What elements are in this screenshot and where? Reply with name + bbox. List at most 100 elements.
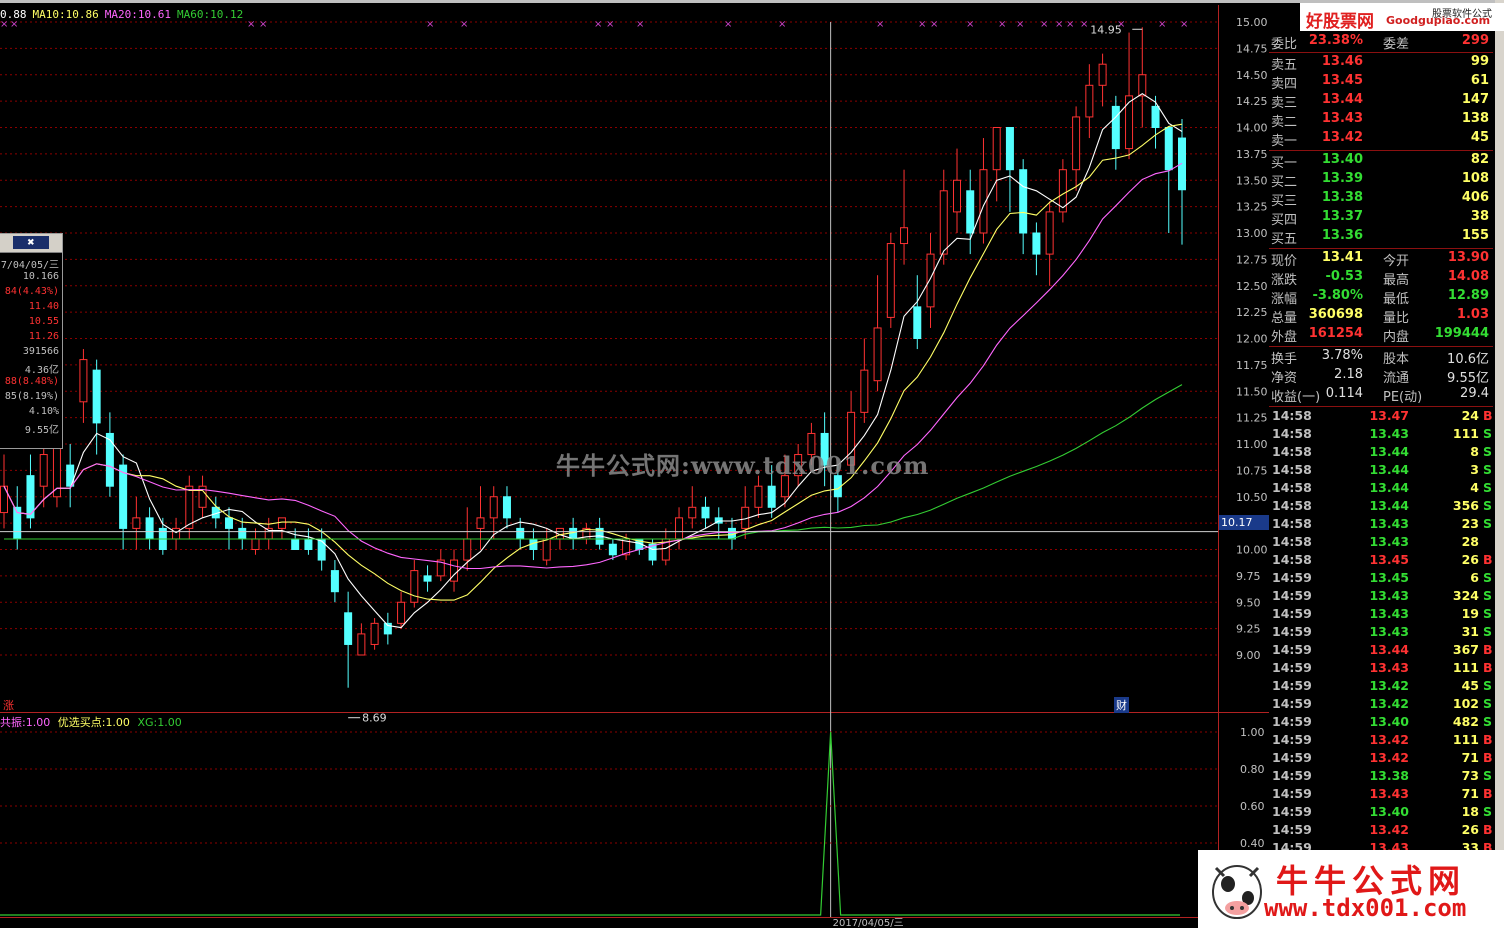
- candle-body: [939, 190, 948, 255]
- stat-value: 161254: [1308, 326, 1363, 341]
- trade-row: 14:59 13.45 6 S: [1269, 570, 1493, 588]
- trade-flag: S: [1483, 570, 1493, 585]
- signal-x-mark: ×: [778, 19, 786, 30]
- trade-row: 14:59 13.38 73 S: [1269, 768, 1493, 786]
- trade-price: 13.42: [1369, 822, 1409, 837]
- trade-row: 14:58 13.44 4 S: [1269, 480, 1493, 498]
- trade-time: 14:58: [1272, 426, 1312, 441]
- trade-flag: S: [1483, 606, 1493, 621]
- bid-row: 买四 13.37 38: [1269, 209, 1493, 228]
- ask-volume: 147: [1461, 92, 1489, 107]
- bid-price: 13.37: [1321, 209, 1363, 224]
- trade-row: 14:59 13.43 31 S: [1269, 624, 1493, 642]
- logo-bottom-url: www.tdx001.com: [1264, 894, 1467, 922]
- trade-time: 14:58: [1272, 444, 1312, 459]
- trade-volume: 73: [1461, 768, 1479, 783]
- candle-body: [344, 612, 353, 645]
- fundamental-value: 3.78%: [1321, 348, 1363, 363]
- trade-volume: 102: [1452, 696, 1479, 711]
- stat-value: 13.90: [1447, 250, 1489, 265]
- fundamental-value: 29.4: [1460, 386, 1489, 401]
- trade-row: 14:59 13.42 45 S: [1269, 678, 1493, 696]
- candle-body: [489, 496, 498, 519]
- indicator-axis-label: 0.40: [1240, 837, 1265, 850]
- trade-time: 14:58: [1272, 552, 1312, 567]
- trade-row: 14:58 13.47 24 B: [1269, 408, 1493, 426]
- bid-label: 买二: [1271, 175, 1298, 190]
- price-axis-label: 13.00: [1236, 227, 1268, 240]
- ma20-label: MA20:: [104, 8, 138, 21]
- price-axis-label: 13.50: [1236, 174, 1268, 187]
- trade-volume: 24: [1461, 408, 1479, 423]
- fundamental-row: 收益(一) 0.114 PE(动) 29.4: [1269, 386, 1493, 405]
- trade-price: 13.44: [1369, 462, 1409, 477]
- candle-body: [397, 601, 406, 624]
- trade-time: 14:59: [1272, 714, 1312, 729]
- candle-body: [1005, 127, 1014, 171]
- signal-x-mark: ×: [606, 19, 614, 30]
- trade-volume: 482: [1452, 714, 1479, 729]
- info-row: 10.55: [28, 316, 59, 327]
- trade-time: 14:59: [1272, 804, 1312, 819]
- candle-body: [1151, 105, 1160, 129]
- ask-row: 卖三 13.44 147: [1269, 92, 1493, 111]
- trade-row: 14:59 13.40 18 S: [1269, 804, 1493, 822]
- trade-flag: S: [1483, 426, 1493, 441]
- price-axis-label: 9.00: [1236, 649, 1261, 662]
- xg-label: XG:: [137, 716, 158, 729]
- trade-price: 13.43: [1369, 624, 1409, 639]
- ask-volume: 99: [1470, 54, 1489, 69]
- stat-row: 涨幅 -3.80% 最低 12.89: [1269, 288, 1493, 307]
- info-row: 88(8.48%): [4, 376, 59, 387]
- ma60-value: 10.12: [210, 8, 244, 21]
- price-axis-label: 9.25: [1236, 623, 1261, 636]
- ask-row: 卖一 13.42 45: [1269, 130, 1493, 149]
- bid-volume: 38: [1470, 209, 1489, 224]
- trade-price: 13.43: [1369, 588, 1409, 603]
- trade-flag: S: [1483, 678, 1493, 693]
- fundamental-label: 收益(一): [1271, 390, 1321, 405]
- candle-body: [754, 485, 763, 508]
- info-row: 85(8.19%): [4, 391, 59, 402]
- trade-time: 14:59: [1272, 696, 1312, 711]
- close-icon[interactable]: ✖: [13, 236, 49, 249]
- trade-volume: 8: [1470, 444, 1479, 459]
- bid-row: 买一 13.40 82: [1269, 152, 1493, 171]
- signal-x-mark: ×: [1055, 19, 1063, 30]
- candle-body: [39, 454, 48, 487]
- crosshair-date-label: 2017/04/05/三: [833, 918, 904, 928]
- candle-body: [105, 432, 114, 487]
- fundamental-label: 换手: [1271, 352, 1298, 367]
- ask-label: 卖四: [1271, 77, 1298, 92]
- trade-volume: 111: [1452, 660, 1479, 675]
- trade-flag: B: [1483, 822, 1493, 837]
- bid-volume: 406: [1461, 190, 1489, 205]
- quote-separator: [1269, 150, 1493, 151]
- candle-body: [277, 517, 286, 529]
- trade-volume: 19: [1461, 606, 1479, 621]
- fundamental-label: 流通: [1383, 371, 1410, 386]
- stat-row: 总量 360698 量比 1.03: [1269, 307, 1493, 326]
- candle-body: [1045, 211, 1054, 255]
- trade-row: 14:59 13.44 367 B: [1269, 642, 1493, 660]
- ask-volume: 45: [1470, 130, 1489, 145]
- trade-time: 14:59: [1272, 606, 1312, 621]
- candle-body: [873, 327, 882, 382]
- trade-row: 14:59 13.43 324 S: [1269, 588, 1493, 606]
- trade-flag: S: [1483, 480, 1493, 495]
- info-row: 4.10%: [28, 406, 59, 417]
- ma-legend: 0.88 MA10:10.86 MA20:10.61 MA60:10.12: [0, 8, 249, 21]
- trade-volume: 71: [1461, 750, 1479, 765]
- youxuan-label: 优选买点:: [57, 716, 106, 729]
- candle-body: [952, 179, 961, 213]
- info-row: 4.36亿: [24, 365, 59, 376]
- candle-body: [225, 517, 234, 529]
- trade-flag: S: [1483, 444, 1493, 459]
- signal-spike-line: [0, 731, 1180, 916]
- cai-tag: 财: [1114, 697, 1129, 713]
- trade-time: 14:59: [1272, 570, 1312, 585]
- candle-body: [423, 575, 432, 582]
- price-axis-label: 11.50: [1236, 385, 1268, 398]
- ask-price: 13.46: [1321, 54, 1363, 69]
- trade-flag: S: [1483, 696, 1493, 711]
